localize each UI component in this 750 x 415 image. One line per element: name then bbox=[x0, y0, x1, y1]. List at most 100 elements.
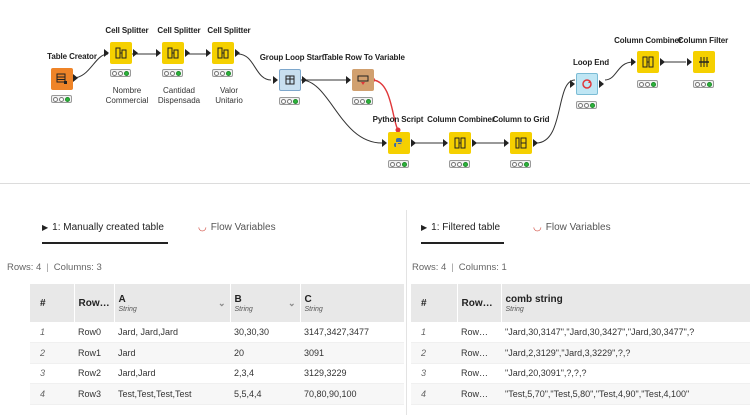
row-to-variable-icon bbox=[352, 69, 374, 91]
input-port[interactable] bbox=[570, 80, 575, 88]
rowid-header[interactable]: Row… bbox=[457, 284, 502, 322]
input-port[interactable] bbox=[382, 139, 387, 147]
table-row[interactable]: 3 Row… "Jard,20,3091",?,?,? bbox=[411, 363, 750, 384]
cell: 70,80,90,100 bbox=[300, 383, 404, 405]
row-index: 2 bbox=[411, 342, 457, 364]
node-status-light bbox=[693, 80, 714, 88]
play-icon: ▶ bbox=[42, 223, 49, 232]
tab-manually-created-table[interactable]: ▶ 1: Manually created table bbox=[42, 222, 168, 244]
row-id: Row… bbox=[457, 342, 501, 364]
left-output-panel: ▶ 1: Manually created table ◡ Flow Varia… bbox=[0, 210, 405, 415]
tab-flow-variables[interactable]: ◡ Flow Variables bbox=[198, 222, 276, 244]
node-status-light bbox=[279, 97, 300, 105]
column-name: B bbox=[234, 293, 242, 305]
node-status-light bbox=[162, 69, 183, 77]
row-id: Row0 bbox=[74, 322, 114, 343]
input-port[interactable] bbox=[443, 139, 448, 147]
output-port[interactable] bbox=[472, 139, 477, 147]
node-column-to-grid[interactable]: Column to Grid bbox=[491, 112, 551, 190]
node-status-light bbox=[110, 69, 131, 77]
output-port[interactable] bbox=[133, 49, 138, 57]
table-row[interactable]: 1 Row… "Jard,30,3147","Jard,30,3427","Ja… bbox=[411, 322, 750, 343]
cell: 3129,3229 bbox=[300, 363, 404, 384]
index-header: # bbox=[411, 284, 458, 322]
cell: Test,Test,Test,Test bbox=[114, 383, 230, 405]
row-id: Row1 bbox=[74, 342, 114, 364]
column-header-b[interactable]: B String ⌄ bbox=[230, 284, 301, 322]
input-port[interactable] bbox=[206, 49, 211, 57]
output-port[interactable] bbox=[73, 74, 78, 82]
column-header-a[interactable]: A String ⌄ bbox=[114, 284, 231, 322]
input-port[interactable] bbox=[346, 76, 351, 84]
output-port[interactable] bbox=[185, 49, 190, 57]
node-cell-splitter-3[interactable]: Cell Splitter Valor Unitario bbox=[199, 24, 259, 105]
input-port[interactable] bbox=[273, 76, 278, 84]
row-index: 2 bbox=[30, 342, 74, 364]
rows-count: Rows: 4 bbox=[7, 262, 42, 273]
row-index: 4 bbox=[30, 383, 74, 405]
node-loop-end[interactable]: Loop End bbox=[561, 52, 621, 130]
node-status-light bbox=[352, 97, 373, 105]
input-port[interactable] bbox=[156, 49, 161, 57]
output-port[interactable] bbox=[533, 139, 538, 147]
node-status-light bbox=[212, 69, 233, 77]
column-name: comb string bbox=[505, 293, 563, 305]
right-output-panel: ▶ 1: Filtered table ◡ Flow Variables Row… bbox=[406, 210, 750, 415]
input-port[interactable] bbox=[504, 139, 509, 147]
table-row[interactable]: 4 Row… "Test,5,70","Test,5,80","Test,4,9… bbox=[411, 383, 750, 405]
output-port[interactable] bbox=[411, 139, 416, 147]
row-index: 1 bbox=[411, 322, 457, 343]
input-port[interactable] bbox=[631, 58, 636, 66]
table-row[interactable]: 2 Row… "Jard,2,3129","Jard,3,3229",?,? bbox=[411, 342, 750, 364]
cell: 30,30,30 bbox=[230, 322, 300, 343]
tab-label: Flow Variables bbox=[545, 222, 611, 233]
cell: "Jard,2,3129","Jard,3,3229",?,? bbox=[501, 342, 750, 364]
table-row[interactable]: 3 Row2 Jard,Jard 2,3,4 3129,3229 bbox=[30, 363, 404, 384]
node-title: Table Row To Variable bbox=[323, 53, 405, 62]
output-port[interactable] bbox=[235, 49, 240, 57]
cell-splitter-icon bbox=[110, 42, 132, 64]
row-id: Row3 bbox=[74, 383, 114, 405]
node-column-filter[interactable]: Column Filter bbox=[673, 34, 733, 112]
input-port[interactable] bbox=[687, 58, 692, 66]
output-port[interactable] bbox=[599, 80, 604, 88]
node-group-loop-start[interactable]: Group Loop Start bbox=[260, 50, 324, 128]
column-to-grid-icon bbox=[510, 132, 532, 154]
cell: 2,3,4 bbox=[230, 363, 300, 384]
rowid-header[interactable]: Row… bbox=[74, 284, 115, 322]
input-port[interactable] bbox=[104, 49, 109, 57]
cell: "Test,5,70","Test,5,80","Test,4,90","Tes… bbox=[501, 383, 750, 405]
node-title: Cell Splitter bbox=[207, 26, 251, 35]
workflow-canvas[interactable]: Table Creator Cell Splitter Nombre Comme… bbox=[0, 0, 750, 185]
left-panel-tabs: ▶ 1: Manually created table ◡ Flow Varia… bbox=[0, 210, 405, 244]
output-port[interactable] bbox=[660, 58, 665, 66]
column-header-comb-string[interactable]: comb string String bbox=[501, 284, 750, 322]
column-combiner-icon bbox=[637, 51, 659, 73]
row-index: 1 bbox=[30, 322, 74, 343]
loop-end-icon bbox=[576, 73, 598, 95]
data-table: # Row… comb string String 1 Row… "Jard,30… bbox=[411, 284, 750, 405]
column-combiner-icon bbox=[449, 132, 471, 154]
table-row[interactable]: 4 Row3 Test,Test,Test,Test 5,5,4,4 70,80… bbox=[30, 383, 404, 405]
rows-count: Rows: 4 bbox=[412, 262, 447, 273]
data-table: # Row… A String ⌄ B String ⌄ C String 1 Row0 … bbox=[30, 284, 405, 405]
table-row[interactable]: 2 Row1 Jard 20 3091 bbox=[30, 342, 404, 364]
tab-filtered-table[interactable]: ▶ 1: Filtered table bbox=[421, 222, 505, 244]
cell: "Jard,20,3091",?,?,? bbox=[501, 363, 750, 384]
node-status-light bbox=[576, 101, 597, 109]
table-creator-icon bbox=[51, 68, 73, 90]
output-port[interactable] bbox=[302, 76, 307, 84]
play-icon: ▶ bbox=[421, 223, 428, 232]
cell: 5,5,4,4 bbox=[230, 383, 300, 405]
column-type: String bbox=[118, 305, 137, 313]
node-column-combiner-2[interactable]: Column Combiner bbox=[614, 34, 682, 112]
table-row[interactable]: 1 Row0 Jard, Jard,Jard 30,30,30 3147,342… bbox=[30, 322, 404, 343]
tab-label: Flow Variables bbox=[210, 222, 276, 233]
column-header-c[interactable]: C String bbox=[300, 284, 405, 322]
row-index: 3 bbox=[411, 363, 457, 384]
column-filter-icon bbox=[693, 51, 715, 73]
tab-flow-variables[interactable]: ◡ Flow Variables bbox=[533, 222, 611, 244]
chevron-down-icon[interactable]: ⌄ bbox=[218, 298, 226, 309]
chevron-down-icon[interactable]: ⌄ bbox=[288, 298, 296, 309]
right-panel-tabs: ▶ 1: Filtered table ◡ Flow Variables bbox=[407, 210, 750, 244]
